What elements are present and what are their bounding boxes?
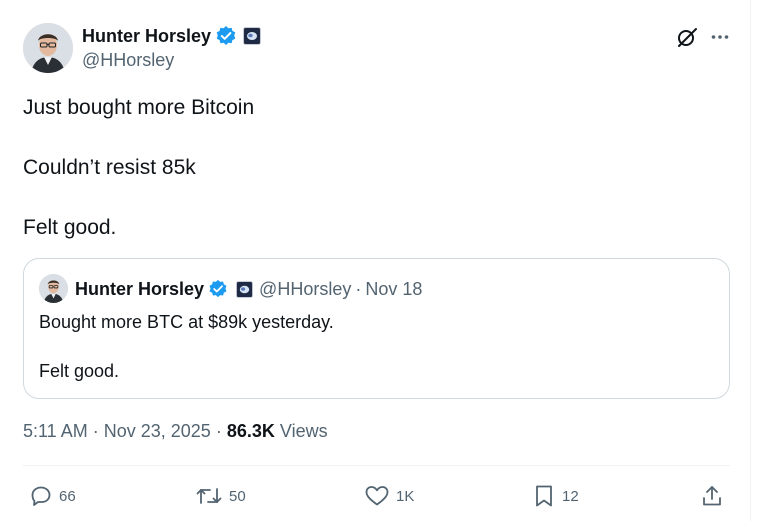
share-icon <box>703 486 721 506</box>
timeline-border <box>750 0 751 521</box>
tweet-actions: 66 50 1K 12 <box>0 479 758 513</box>
quoted-tweet[interactable]: Hunter Horsley @HHorsley · Nov 18 Bought… <box>23 258 730 399</box>
tweet-time[interactable]: 5:11 AM <box>23 421 88 441</box>
reply-icon <box>31 486 51 506</box>
repost-button[interactable]: 50 <box>195 479 246 513</box>
bookmark-icon <box>536 485 552 507</box>
quoted-dot-separator: · <box>355 278 362 299</box>
reply-button[interactable]: 66 <box>29 479 76 513</box>
grok-icon[interactable] <box>676 26 698 48</box>
views-count: 86.3K <box>226 421 275 441</box>
meta-dot: · <box>92 421 104 441</box>
quoted-author-avatar[interactable] <box>39 274 68 303</box>
tweet-text-line-3: Felt good. <box>23 216 117 239</box>
repost-icon <box>196 488 222 504</box>
tweet-top-actions <box>676 26 730 48</box>
author-name-row: Hunter Horsley <box>82 24 262 48</box>
more-icon[interactable] <box>710 27 730 47</box>
reply-count: 66 <box>59 487 76 505</box>
tweet-meta: 5:11 AM · Nov 23, 2025 · 86.3K Views <box>23 421 328 442</box>
quoted-header: Hunter Horsley @HHorsley · Nov 18 <box>75 277 422 301</box>
tweet-text-line-1: Just bought more Bitcoin <box>23 96 255 119</box>
verified-badge-icon[interactable] <box>215 25 237 47</box>
meta-dot: · <box>215 421 227 441</box>
share-button[interactable] <box>700 479 724 513</box>
like-button[interactable]: 1K <box>364 479 414 513</box>
quoted-handle: @HHorsley <box>259 278 352 299</box>
quoted-text-line-1: Bought more BTC at $89k yesterday. <box>39 312 334 332</box>
author-avatar[interactable] <box>23 23 73 73</box>
actions-divider <box>23 465 730 466</box>
affiliate-badge-icon[interactable] <box>243 27 262 45</box>
like-icon <box>365 486 389 506</box>
quoted-verified-badge-icon <box>209 279 227 298</box>
bookmark-button[interactable]: 12 <box>532 479 579 513</box>
quoted-author-name: Hunter Horsley <box>75 278 205 299</box>
bookmark-count: 12 <box>562 487 579 505</box>
author-handle[interactable]: @HHorsley <box>82 50 174 71</box>
author-name[interactable]: Hunter Horsley <box>82 26 211 47</box>
tweet-text-line-2: Couldn’t resist 85k <box>23 156 196 179</box>
views-label: Views <box>279 421 328 441</box>
quoted-text-line-2: Felt good. <box>39 361 120 381</box>
like-count: 1K <box>396 487 415 505</box>
tweet-date[interactable]: Nov 23, 2025 <box>104 421 211 441</box>
quoted-date: Nov 18 <box>365 278 423 299</box>
quoted-affiliate-badge-icon <box>236 280 254 298</box>
repost-count: 50 <box>229 487 246 505</box>
